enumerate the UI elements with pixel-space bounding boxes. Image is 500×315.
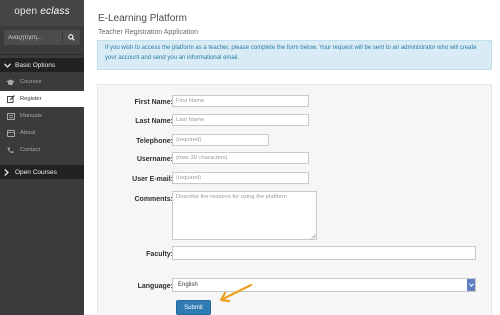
comments-label: Comments: [134, 196, 173, 203]
phone-icon [6, 146, 15, 154]
logo-text: open [14, 6, 41, 17]
registration-form: First Name: Last Name: Telephone: Userna… [97, 84, 492, 315]
first-name-field[interactable] [172, 95, 309, 107]
last-name-label: Last Name: [135, 118, 173, 125]
graduation-cap-icon [6, 78, 15, 86]
faculty-field[interactable] [172, 246, 476, 260]
sidebar-item-label: About [20, 130, 36, 136]
basic-options-header[interactable]: Basic Options [0, 58, 84, 72]
divider [0, 54, 84, 55]
page-title: E-Learning Platform [98, 13, 187, 24]
telephone-field[interactable] [172, 134, 269, 146]
resize-handle-icon[interactable] [311, 234, 316, 239]
book-icon [6, 112, 15, 120]
annotation-arrow-icon [219, 283, 253, 303]
sidebar-item-label: Contact [20, 147, 40, 153]
logo-accent: eclass [40, 6, 70, 17]
sidebar-item-manuals[interactable]: Manuals [0, 108, 84, 124]
open-courses-label: Open Courses [15, 168, 57, 176]
search-button[interactable] [62, 30, 80, 45]
submit-button[interactable]: Submit [176, 300, 211, 315]
email-field[interactable] [172, 172, 309, 184]
search-icon [68, 34, 75, 41]
sidebar-item-label: Register [20, 96, 42, 102]
telephone-label: Telephone: [136, 138, 173, 145]
sidebar: open eclass Basic Options Courses Regist… [0, 0, 84, 315]
open-courses-header[interactable]: Open Courses [0, 165, 84, 179]
first-name-label: First Name: [134, 99, 173, 106]
basic-options-label: Basic Options [15, 61, 56, 69]
chevron-right-icon [4, 168, 12, 176]
logo[interactable]: open eclass [0, 0, 84, 26]
sidebar-item-courses[interactable]: Courses [0, 74, 84, 90]
faculty-label: Faculty: [146, 251, 173, 258]
comments-field[interactable] [172, 191, 317, 240]
edit-icon [6, 95, 15, 103]
info-alert: If you wish to access the platform as a … [97, 40, 492, 70]
sidebar-item-label: Manuals [20, 113, 42, 119]
sidebar-item-contact[interactable]: Contact [0, 142, 84, 158]
last-name-field[interactable] [172, 114, 309, 126]
chevron-down-icon [467, 279, 475, 291]
search-box [4, 30, 80, 45]
email-label: User E-mail: [132, 176, 173, 183]
sidebar-item-label: Courses [20, 79, 42, 85]
sidebar-item-about[interactable]: About [0, 125, 84, 141]
main-content: E-Learning Platform Teacher Registration… [84, 0, 500, 315]
info-card-icon [6, 129, 15, 137]
username-field[interactable] [172, 152, 309, 164]
search-input[interactable] [4, 30, 62, 45]
sidebar-item-register[interactable]: Register [0, 91, 84, 107]
username-label: Username: [136, 156, 173, 163]
page-subtitle: Teacher Registration Application [98, 29, 199, 36]
language-label: Language: [137, 283, 173, 290]
chevron-down-icon [4, 61, 12, 69]
language-selected-value: English [178, 282, 198, 288]
